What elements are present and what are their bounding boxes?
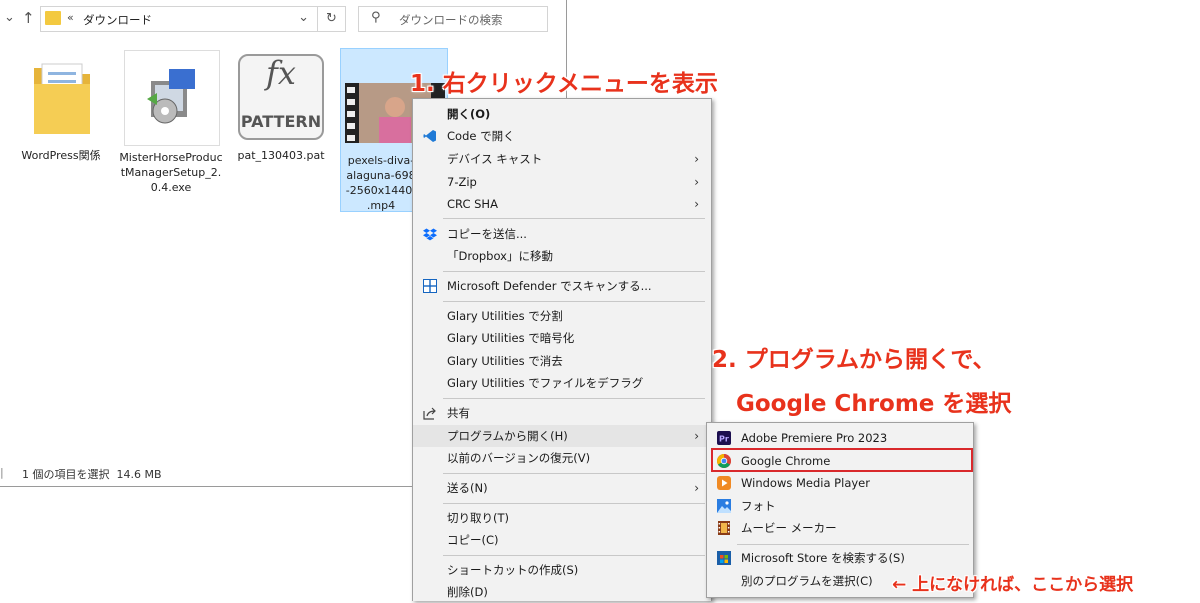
menu-item-glary-defrag[interactable]: Glary Utilities でファイルをデフラグ bbox=[413, 372, 711, 394]
file-name: pexels-diva-alaguna-698 -2560x1440- .mp4 bbox=[345, 154, 417, 212]
submenu-item-photos[interactable]: フォト bbox=[707, 495, 973, 517]
refresh-icon: ↻ bbox=[326, 11, 337, 26]
photos-icon bbox=[717, 499, 731, 513]
address-path: ダウンロード bbox=[83, 13, 152, 27]
menu-separator bbox=[443, 555, 705, 556]
menu-item-glary-erase[interactable]: Glary Utilities で消去 bbox=[413, 350, 711, 372]
chrome-highlight-box bbox=[711, 448, 973, 472]
menu-separator bbox=[443, 503, 705, 504]
status-divider: | bbox=[0, 466, 4, 479]
menu-item-defender[interactable]: Microsoft Defender でスキャンする... bbox=[413, 275, 711, 297]
file-name: WordPress関係 bbox=[21, 149, 101, 162]
menu-item-copy[interactable]: コピー(C) bbox=[413, 529, 711, 551]
svg-text:Pr: Pr bbox=[719, 435, 729, 444]
premiere-icon: Pr bbox=[717, 431, 731, 445]
media-player-icon bbox=[717, 476, 731, 490]
menu-item-move-dropbox[interactable]: 「Dropbox」に移動 bbox=[413, 245, 711, 267]
fx-glyph: fx bbox=[266, 54, 296, 92]
address-bar[interactable]: « ダウンロード ⌄ bbox=[40, 6, 318, 32]
menu-item-crc-sha[interactable]: CRC SHA › bbox=[413, 193, 711, 215]
annotation-step1: 1. 右クリックメニューを表示 bbox=[410, 71, 718, 97]
menu-item-send-copy[interactable]: コピーを送信... bbox=[413, 223, 711, 245]
up-arrow-icon[interactable]: ↑ bbox=[22, 9, 35, 27]
menu-separator bbox=[443, 473, 705, 474]
submenu-item-store[interactable]: Microsoft Store を検索する(S) bbox=[707, 547, 973, 569]
menu-item-device-cast[interactable]: デバイス キャスト › bbox=[413, 148, 711, 170]
menu-item-send-to[interactable]: 送る(N) › bbox=[413, 477, 711, 499]
refresh-button[interactable]: ↻ bbox=[318, 6, 346, 32]
submenu-item-movie-maker[interactable]: ムービー メーカー bbox=[707, 517, 973, 539]
menu-separator bbox=[443, 218, 705, 219]
submenu-item-media-player[interactable]: Windows Media Player bbox=[707, 472, 973, 494]
pattern-file-icon: fx PATTERN bbox=[238, 54, 324, 140]
movie-maker-icon bbox=[718, 521, 730, 535]
navigation-bar: ⌄ ↑ « ダウンロード ⌄ ↻ ⚲ ダウンロードの検索 bbox=[0, 0, 566, 38]
annotation-step2-line1: 2. プログラムから開くで、 bbox=[712, 347, 996, 373]
menu-item-restore-version[interactable]: 以前のバージョンの復元(V) bbox=[413, 447, 711, 469]
annotation-step3: ← 上になければ、ここから選択 bbox=[892, 575, 1134, 595]
menu-separator bbox=[443, 398, 705, 399]
menu-item-7zip[interactable]: 7-Zip › bbox=[413, 171, 711, 193]
search-icon: ⚲ bbox=[371, 10, 381, 25]
file-item-wordpress[interactable]: WordPress関係 bbox=[8, 52, 114, 172]
menu-item-open-with[interactable]: プログラムから開く(H) › bbox=[413, 425, 711, 447]
menu-item-cut[interactable]: 切り取り(T) bbox=[413, 507, 711, 529]
menu-separator bbox=[737, 544, 969, 545]
chevron-down-icon[interactable]: ⌄ bbox=[298, 10, 309, 25]
vscode-icon bbox=[423, 130, 436, 142]
search-input[interactable]: ⚲ ダウンロードの検索 bbox=[358, 6, 548, 32]
selection-status: 1 個の項目を選択 14.6 MB bbox=[22, 468, 162, 481]
chevron-down-icon[interactable]: ⌄ bbox=[4, 10, 15, 25]
menu-item-glary-encrypt[interactable]: Glary Utilities で暗号化 bbox=[413, 327, 711, 349]
chevron-right-icon: › bbox=[694, 175, 699, 189]
menu-separator bbox=[443, 301, 705, 302]
file-name: pat_130403.pat bbox=[237, 149, 325, 162]
folder-icon bbox=[45, 11, 61, 25]
chevron-right-icon: › bbox=[694, 152, 699, 166]
chevron-right-icon: › bbox=[694, 429, 699, 443]
menu-item-code[interactable]: Code で開く bbox=[413, 125, 711, 147]
dropbox-icon bbox=[423, 228, 437, 241]
file-item-pattern[interactable]: fx PATTERN pat_130403.pat bbox=[228, 52, 334, 172]
menu-item-open[interactable]: 開く(O) bbox=[413, 103, 711, 125]
defender-icon bbox=[423, 279, 437, 293]
installer-thumbnail bbox=[124, 50, 220, 146]
menu-item-share[interactable]: 共有 bbox=[413, 402, 711, 424]
context-menu: 開く(O) Code で開く デバイス キャスト › 7-Zip › CRC SHA… bbox=[412, 98, 712, 601]
menu-item-glary-split[interactable]: Glary Utilities で分割 bbox=[413, 305, 711, 327]
menu-separator bbox=[443, 271, 705, 272]
pattern-label: PATTERN bbox=[240, 112, 322, 131]
store-icon bbox=[717, 551, 731, 565]
chevron-right-icon: › bbox=[694, 197, 699, 211]
chevron-right-icon: › bbox=[694, 481, 699, 495]
annotation-step2-line2: Google Chrome を選択 bbox=[736, 391, 1012, 417]
file-name: MisterHorseProductManagerSetup_2.0.4.exe bbox=[119, 151, 223, 194]
file-item-installer[interactable]: MisterHorseProductManagerSetup_2.0.4.exe bbox=[118, 50, 224, 202]
search-placeholder: ダウンロードの検索 bbox=[399, 13, 503, 27]
installer-icon bbox=[147, 69, 195, 124]
breadcrumb-overflow[interactable]: « bbox=[67, 11, 74, 24]
menu-item-create-shortcut[interactable]: ショートカットの作成(S) bbox=[413, 559, 711, 581]
share-icon bbox=[423, 407, 436, 420]
folder-icon bbox=[34, 63, 90, 134]
submenu-item-premiere[interactable]: Pr Adobe Premiere Pro 2023 bbox=[707, 427, 973, 449]
